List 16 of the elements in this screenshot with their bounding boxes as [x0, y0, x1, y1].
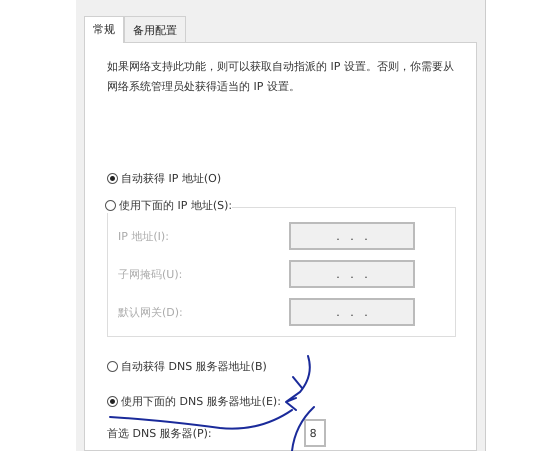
radio-button[interactable]: [107, 361, 118, 372]
field-label: IP 地址(I):: [118, 228, 169, 244]
radio-label: 使用下面的 IP 地址(S):: [119, 198, 232, 213]
radio-label: 自动获得 IP 地址(O): [121, 171, 222, 186]
radio-button[interactable]: [107, 396, 118, 407]
radio-button[interactable]: [105, 200, 116, 211]
dns-server-field[interactable]: 8: [304, 419, 326, 447]
tab[interactable]: 备用配置: [124, 16, 186, 43]
tab[interactable]: 常规: [84, 16, 124, 43]
radio-label: 自动获得 DNS 服务器地址(B): [121, 359, 267, 374]
field-label: 默认网关(D):: [118, 304, 183, 320]
radio-label: 使用下面的 DNS 服务器地址(E):: [121, 394, 281, 409]
field-label: 首选 DNS 服务器(P):: [107, 426, 212, 440]
description-text: 如果网络支持此功能，则可以获取自动指派的 IP 设置。否则，你需要从网络系统管理员处获得适当的 IP 设置。: [107, 59, 455, 95]
field-label: 子网掩码(U):: [118, 266, 182, 282]
radio-button[interactable]: [107, 173, 118, 184]
